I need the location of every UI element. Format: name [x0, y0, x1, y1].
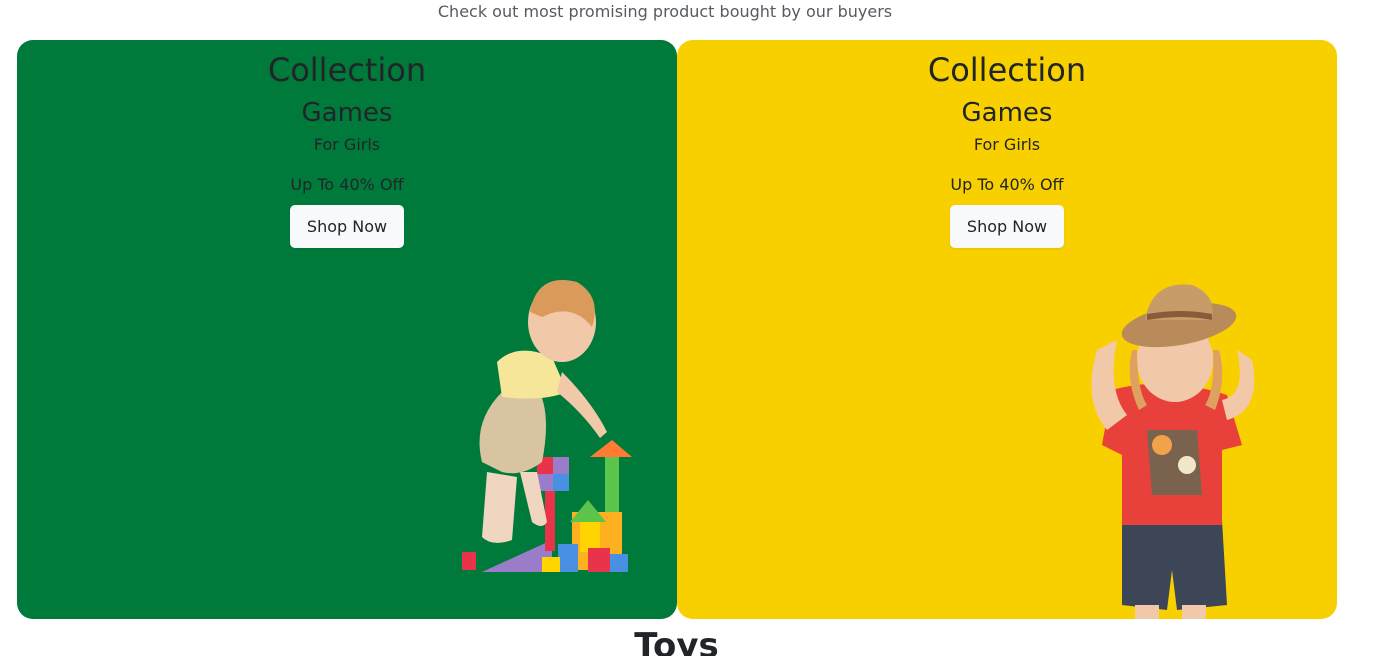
section-subtitle: Check out most promising product bought … [437, 2, 893, 21]
shop-now-button[interactable]: Shop Now [289, 205, 405, 248]
toys-section-heading: Toys [634, 626, 719, 656]
child-with-straw-hat-image [1091, 284, 1255, 619]
card-title: Collection [267, 51, 427, 89]
card-tag: For Girls [973, 135, 1041, 154]
card-text-block: Collection Games For Girls Up To 40% Off… [677, 40, 1337, 248]
card-subtitle: Games [301, 98, 393, 128]
card-subtitle: Games [961, 98, 1053, 128]
card-tag: For Girls [313, 135, 381, 154]
collection-card-green: Collection Games For Girls Up To 40% Off… [17, 40, 677, 619]
card-offer: Up To 40% Off [950, 175, 1064, 194]
child-building-blocks-image [462, 280, 632, 572]
collection-card-yellow: Collection Games For Girls Up To 40% Off… [677, 40, 1337, 619]
card-title: Collection [927, 51, 1087, 89]
card-text-block: Collection Games For Girls Up To 40% Off… [17, 40, 677, 248]
shop-now-button[interactable]: Shop Now [949, 205, 1065, 248]
card-offer: Up To 40% Off [290, 175, 404, 194]
